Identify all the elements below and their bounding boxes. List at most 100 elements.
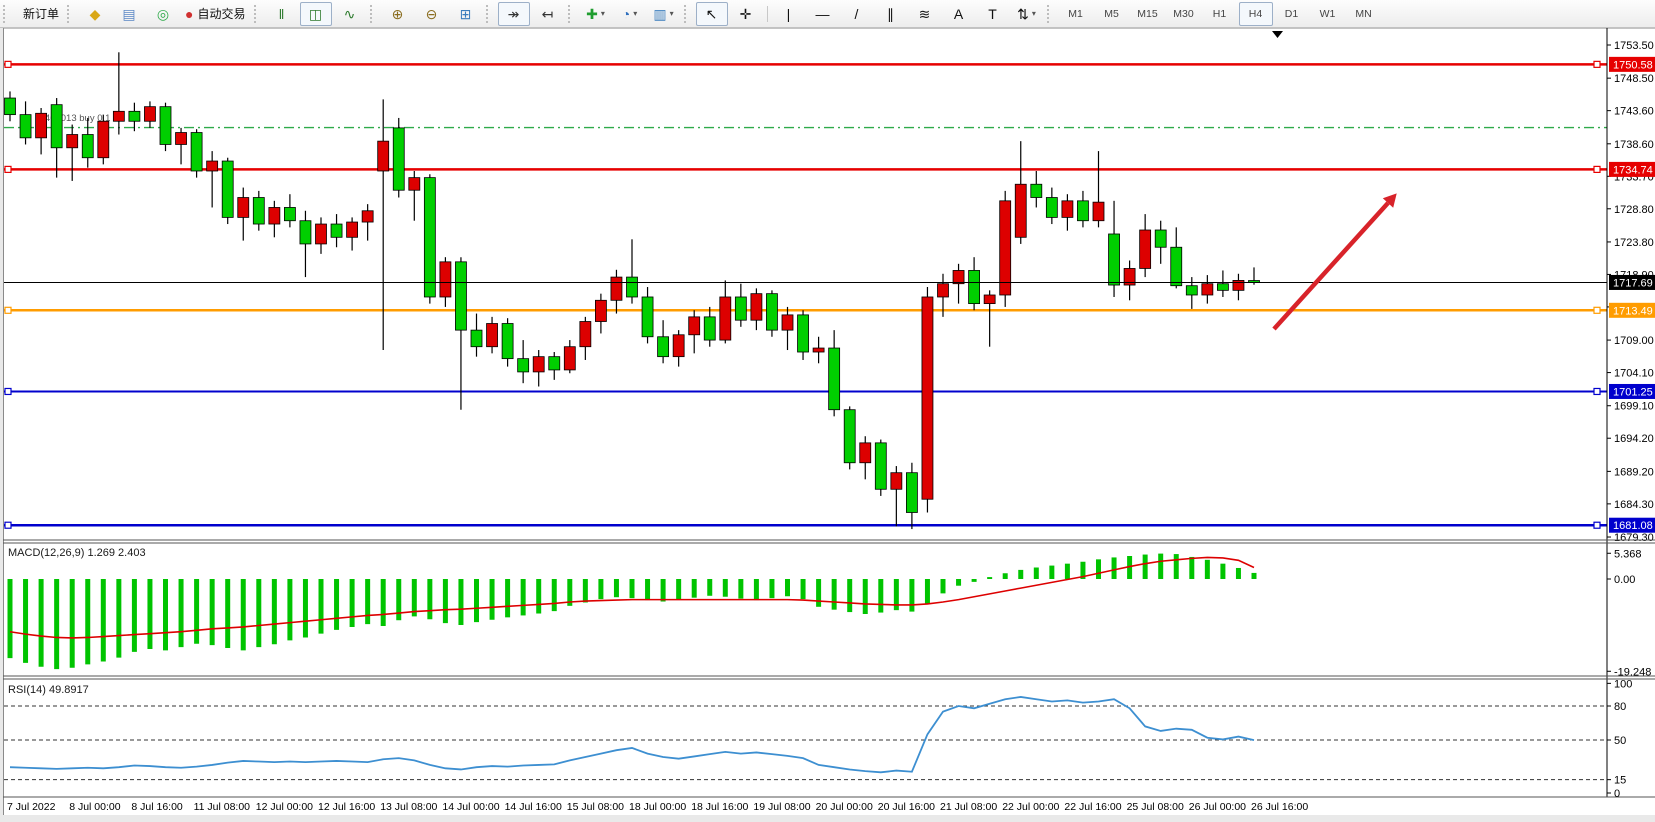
candle-body — [1093, 202, 1104, 221]
auto-trading-button[interactable]: ●自动交易 — [181, 2, 249, 26]
chart-window-background — [3, 28, 1655, 815]
candle-body — [627, 277, 638, 297]
price-badge-label: 1713.49 — [1613, 305, 1653, 317]
timeframe-m15-button[interactable]: M15 — [1131, 2, 1165, 26]
date-tick-label: 14 Jul 00:00 — [442, 801, 499, 813]
date-tick-label: 12 Jul 16:00 — [318, 801, 375, 813]
data-window-button[interactable]: ▤ — [113, 2, 145, 26]
templates-dropdown-icon[interactable]: ▾ — [670, 9, 674, 18]
candle-body — [704, 317, 715, 340]
vertical-line-button[interactable]: | — [773, 2, 805, 26]
toolbar-grip[interactable] — [1047, 5, 1053, 23]
chart-canvas[interactable]: # 467013 buy 0.11753.501748.501743.60173… — [0, 0, 1655, 822]
date-tick-label: 20 Jul 16:00 — [878, 801, 935, 813]
toolbar-grip[interactable] — [684, 5, 690, 23]
timeframe-w1-button[interactable]: W1 — [1311, 2, 1345, 26]
candle-body — [938, 284, 949, 297]
toolbar-grip[interactable] — [568, 5, 574, 23]
periods-button[interactable]: ◔▾ — [614, 2, 646, 26]
candle-body — [782, 315, 793, 330]
navigator-icon: ◎ — [157, 7, 169, 21]
horizontal-line-button[interactable]: — — [807, 2, 839, 26]
arrows-dropdown-icon[interactable]: ▾ — [1032, 9, 1036, 18]
candle-body — [424, 178, 435, 297]
navigator-button[interactable]: ◎ — [147, 2, 179, 26]
macd-axis-label: 0.00 — [1614, 574, 1635, 586]
periods-dropdown-icon[interactable]: ▾ — [633, 9, 637, 18]
candle-body — [1217, 284, 1228, 291]
price-tick-label: 1689.20 — [1614, 466, 1654, 478]
candle-body — [1109, 234, 1120, 285]
hline-handle[interactable] — [1594, 522, 1600, 528]
equidistant-channel-button[interactable]: ∥ — [875, 2, 907, 26]
candle-body — [393, 128, 404, 190]
timeframe-d1-button[interactable]: D1 — [1275, 2, 1309, 26]
candle-body — [82, 135, 93, 158]
market-watch-button[interactable]: ◆ — [79, 2, 111, 26]
candle-body — [1155, 230, 1166, 247]
toolbar-grip[interactable] — [3, 5, 9, 23]
crosshair-button[interactable]: ✛ — [730, 2, 762, 26]
trendline-button[interactable]: / — [841, 2, 873, 26]
chart-candles-button[interactable]: ◫ — [300, 2, 332, 26]
candle-body — [953, 270, 964, 283]
candle-body — [829, 348, 840, 410]
text-label-button[interactable]: T — [977, 2, 1009, 26]
text-button[interactable]: A — [943, 2, 975, 26]
toolbar-grip[interactable] — [370, 5, 376, 23]
candle-body — [409, 178, 420, 191]
date-tick-label: 8 Jul 16:00 — [131, 801, 183, 813]
hline-handle[interactable] — [1594, 388, 1600, 394]
fibonacci-button[interactable]: ≋ — [909, 2, 941, 26]
timeframe-h1-button[interactable]: H1 — [1203, 2, 1237, 26]
chart-bars-button[interactable]: ‖ — [266, 2, 298, 26]
hline-handle[interactable] — [5, 61, 11, 67]
timeframe-m5-button[interactable]: M5 — [1095, 2, 1129, 26]
toolbar-grip[interactable] — [254, 5, 260, 23]
periods-icon: ◔ — [622, 7, 630, 21]
hline-handle[interactable] — [5, 388, 11, 394]
new-order-button[interactable]: 新订单 — [15, 2, 63, 26]
indicators-dropdown-icon[interactable]: ▾ — [601, 9, 605, 18]
price-tick-label: 1679.30 — [1614, 532, 1654, 544]
arrows-button[interactable]: ⇅▾ — [1011, 2, 1043, 26]
candle-body — [658, 337, 669, 357]
templates-button[interactable]: ▥▾ — [648, 2, 680, 26]
macd-axis-label: 5.368 — [1614, 548, 1642, 560]
hline-handle[interactable] — [5, 307, 11, 313]
candle-body — [735, 297, 746, 320]
date-tick-label: 26 Jul 00:00 — [1189, 801, 1246, 813]
candle-body — [222, 161, 233, 217]
candle-body — [1233, 280, 1244, 290]
price-tick-label: 1738.60 — [1614, 139, 1654, 151]
macd-axis-label: -19.248 — [1614, 666, 1651, 678]
timeframe-mn-button[interactable]: MN — [1347, 2, 1381, 26]
rsi-axis-label: 50 — [1614, 735, 1626, 747]
hline-handle[interactable] — [5, 522, 11, 528]
timeframe-m30-button[interactable]: M30 — [1167, 2, 1201, 26]
chart-shift-button[interactable]: ↤ — [532, 2, 564, 26]
date-tick-label: 14 Jul 16:00 — [505, 801, 562, 813]
chart-line-button[interactable]: ∿ — [334, 2, 366, 26]
zoom-out-button[interactable]: ⊖ — [416, 2, 448, 26]
date-tick-label: 21 Jul 08:00 — [940, 801, 997, 813]
hline-handle[interactable] — [1594, 307, 1600, 313]
toolbar-grip[interactable] — [67, 5, 73, 23]
toolbar-grip[interactable] — [486, 5, 492, 23]
timeframe-m1-button[interactable]: M1 — [1059, 2, 1093, 26]
hline-handle[interactable] — [1594, 166, 1600, 172]
indicators-button[interactable]: ✚▾ — [580, 2, 612, 26]
zoom-in-button[interactable]: ⊕ — [382, 2, 414, 26]
hline-handle[interactable] — [5, 166, 11, 172]
candle-body — [362, 211, 373, 222]
timeframe-h4-button[interactable]: H4 — [1239, 2, 1273, 26]
cursor-button[interactable]: ↖ — [696, 2, 728, 26]
auto-scroll-button[interactable]: ↠ — [498, 2, 530, 26]
tile-windows-button[interactable]: ⊞ — [450, 2, 482, 26]
hline-handle[interactable] — [1594, 61, 1600, 67]
candle-body — [176, 133, 187, 145]
horizontal-line-icon: — — [816, 7, 830, 21]
candle-body — [20, 115, 31, 138]
price-tick-label: 1684.30 — [1614, 499, 1654, 511]
candle-body — [269, 207, 280, 224]
